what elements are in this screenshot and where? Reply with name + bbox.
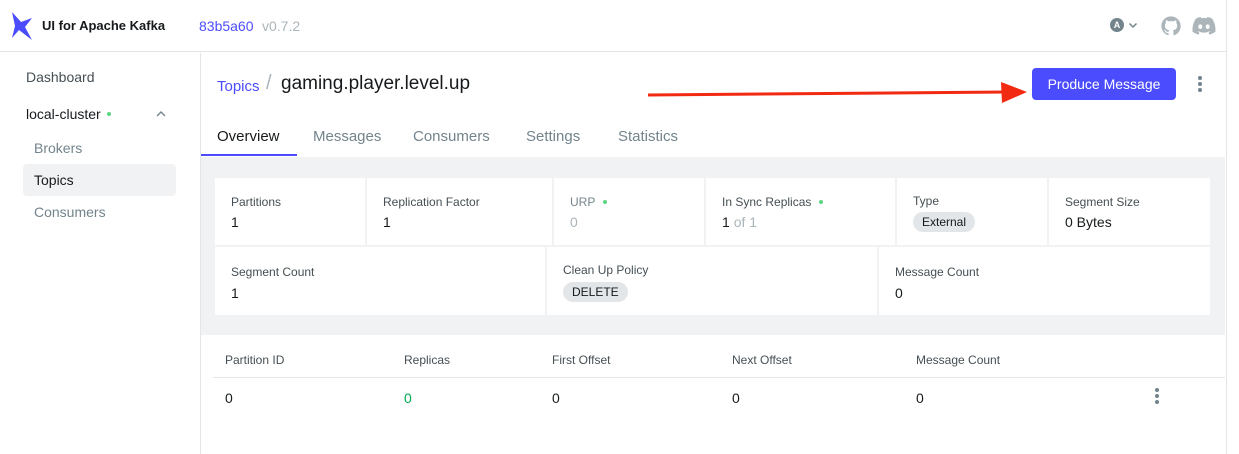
column-header-partition-id[interactable]: Partition ID [225,353,284,367]
user-menu[interactable]: A [1110,18,1138,32]
urp-label: URP [570,195,596,209]
active-tab-indicator [201,154,297,156]
sidebar-item-topics[interactable]: Topics [23,164,176,196]
stat-urp: URP 0 [554,178,704,245]
github-icon[interactable] [1160,15,1182,37]
page-title: gaming.player.level.up [281,73,471,94]
chevron-up-icon[interactable] [155,109,167,119]
in-sync-total: of 1 [733,214,758,230]
table-cell-replicas[interactable]: 0 [404,390,412,406]
stat-label: Type [913,194,940,208]
cluster-name: local-cluster [26,106,101,122]
in-sync-replicas-label: In Sync Replicas [722,195,812,209]
stat-value: 0 [895,285,903,301]
stat-value: 1 [231,214,239,230]
stat-in-sync-replicas: In Sync Replicas 1 of 1 [706,178,895,245]
status-dot [819,200,824,204]
stat-label: URP [570,195,608,209]
stat-segment-count: Segment Count 1 [215,247,545,315]
sidebar: Dashboard local-cluster Brokers Topics C… [0,53,201,454]
stat-value: 0 Bytes [1065,214,1112,230]
stat-label: Segment Size [1065,195,1140,209]
sidebar-item-dashboard[interactable]: Dashboard [26,69,95,85]
stat-partitions: Partitions 1 [215,178,365,245]
stat-value: 0 [570,214,578,230]
tab-consumers[interactable]: Consumers [413,128,490,145]
tab-settings[interactable]: Settings [526,128,580,145]
breadcrumb-topics-link[interactable]: Topics [217,78,260,95]
scrollbar-track[interactable] [1226,0,1239,454]
row-actions-icon[interactable] [1149,386,1165,406]
column-header-next-offset[interactable]: Next Offset [732,353,792,367]
sidebar-item-consumers[interactable]: Consumers [23,196,176,228]
stat-label: Clean Up Policy [563,263,649,277]
tab-messages[interactable]: Messages [313,128,381,145]
avatar: A [1110,18,1124,32]
stat-label: Segment Count [231,265,315,279]
stat-label: Partitions [231,195,282,209]
produce-message-button[interactable]: Produce Message [1032,68,1176,100]
column-header-first-offset[interactable]: First Offset [552,353,610,367]
chevron-down-icon [1128,22,1138,29]
more-actions-icon[interactable] [1192,74,1208,94]
status-dot [603,200,608,204]
column-header-message-count[interactable]: Message Count [916,353,1000,367]
stat-segment-size: Segment Size 0 Bytes [1049,178,1210,245]
sidebar-item-cluster[interactable]: local-cluster [26,106,111,122]
in-sync-count: 1 [722,214,730,230]
stat-label: Message Count [895,265,980,279]
stat-type: Type External [897,178,1047,245]
tab-statistics[interactable]: Statistics [618,128,678,145]
discord-icon[interactable] [1192,16,1216,36]
topic-tabs: Overview Messages Consumers Settings Sta… [201,120,1225,157]
sidebar-item-brokers[interactable]: Brokers [23,132,176,164]
table-divider [213,377,1225,378]
version-hash-link[interactable]: 83b5a60 [199,18,254,34]
logo-icon[interactable] [10,11,34,41]
app-brand[interactable]: UI for Apache Kafka [42,18,165,33]
table-cell-next-offset: 0 [732,390,740,406]
stat-label: Replication Factor [383,195,480,209]
column-header-replicas[interactable]: Replicas [404,353,450,367]
table-cell-partition-id: 0 [225,390,233,406]
stat-value: 1 [383,214,391,230]
cleanup-policy-badge: DELETE [563,282,628,302]
breadcrumb-separator: / [266,72,272,94]
stat-cleanup-policy: Clean Up Policy DELETE [547,247,877,315]
annotation-arrow-icon [647,82,1027,103]
type-badge: External [913,212,976,232]
cluster-online-indicator [106,112,111,116]
stat-message-count: Message Count 0 [879,247,1210,315]
table-cell-message-count: 0 [916,390,924,406]
stat-label: In Sync Replicas [722,195,824,209]
stat-value: 1 [231,285,239,301]
tab-overview[interactable]: Overview [217,128,280,145]
top-navbar: UI for Apache Kafka 83b5a60 v0.7.2 A [0,0,1226,52]
table-cell-first-offset: 0 [552,390,560,406]
stat-replication-factor: Replication Factor 1 [367,178,552,245]
stat-value: 1 of 1 [722,214,757,230]
version-tag: v0.7.2 [262,18,301,34]
